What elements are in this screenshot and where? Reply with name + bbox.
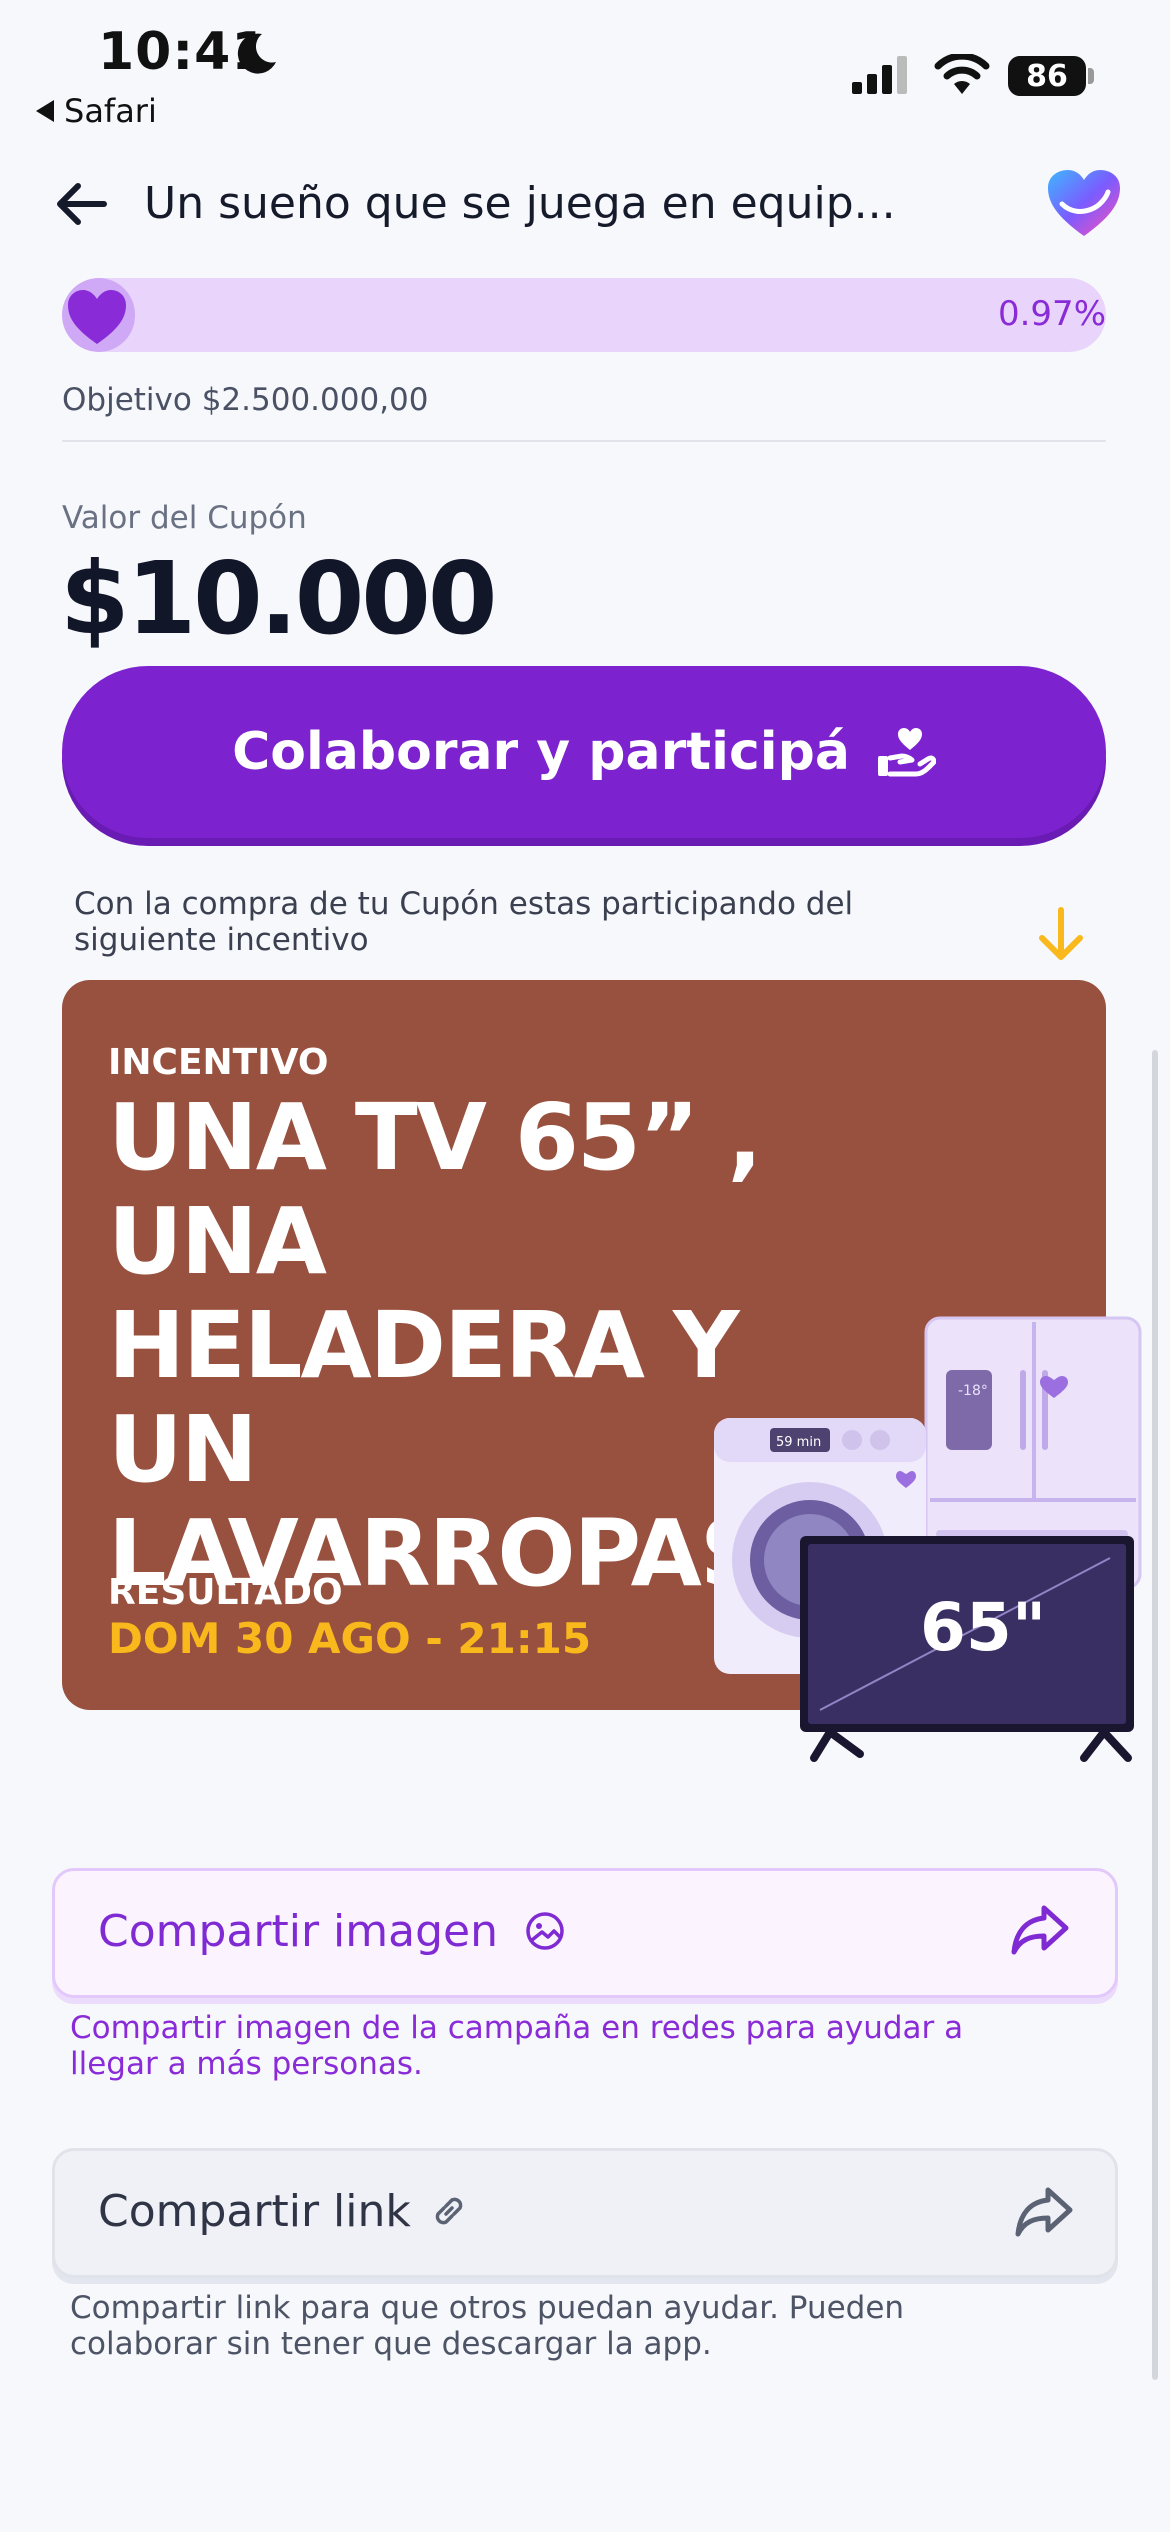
share-link-note: Compartir link para que otros puedan ayu… xyxy=(70,2290,905,2362)
progress-bar xyxy=(62,278,1106,352)
tv-size-label: 65" xyxy=(920,1589,1046,1666)
washer-display: 59 min xyxy=(776,1435,821,1450)
battery-indicator: 86 xyxy=(1008,56,1086,96)
tv-image: 65" xyxy=(800,1536,1134,1762)
battery-tip xyxy=(1088,68,1094,84)
page-title: Un sueño que se juega en equip... xyxy=(144,178,896,229)
back-arrow-icon[interactable] xyxy=(54,176,110,232)
incentive-note: Con la compra de tu Cupón estas particip… xyxy=(74,886,854,958)
back-to-safari-link[interactable]: Safari xyxy=(36,92,157,130)
goal-text: Objetivo $2.500.000,00 xyxy=(62,382,429,418)
appliances-illustration: -18° 59 min 65" xyxy=(714,1316,1142,1762)
share-image-note: Compartir imagen de la campaña en redes … xyxy=(70,2010,964,2082)
heart-icon xyxy=(68,290,126,344)
result-label: RESULTADO xyxy=(108,1572,343,1613)
collaborate-button[interactable]: Colaborar y participá xyxy=(62,666,1106,838)
coupon-label: Valor del Cupón xyxy=(62,500,307,536)
scrollbar[interactable] xyxy=(1152,1050,1158,2380)
share-arrow-icon[interactable] xyxy=(1010,1902,1070,1956)
arrow-down-icon[interactable] xyxy=(1036,906,1086,962)
incentive-label: INCENTIVO xyxy=(108,1042,329,1083)
back-app-label: Safari xyxy=(64,92,157,130)
share-image-label[interactable]: Compartir imagen xyxy=(98,1906,498,1957)
link-icon xyxy=(435,2197,463,2225)
helping-hand-heart-icon xyxy=(877,728,936,777)
image-icon xyxy=(526,1912,564,1950)
progress-percentage: 0.97% xyxy=(997,294,1106,334)
share-arrow-icon[interactable] xyxy=(1014,2184,1074,2238)
signal-icon xyxy=(852,56,907,94)
fridge-display: -18° xyxy=(958,1383,988,1399)
wifi-icon xyxy=(934,54,990,94)
coupon-value: $10.000 xyxy=(60,540,497,657)
result-date: DOM 30 AGO - 21:15 xyxy=(108,1614,592,1663)
moon-icon xyxy=(237,33,276,74)
collaborate-button-label: Colaborar y participá xyxy=(232,722,850,782)
share-link-label[interactable]: Compartir link xyxy=(98,2186,411,2237)
incentive-title: UNA TV 65” , UNA HELADERA Y UN LAVARROPA… xyxy=(108,1084,766,1607)
app-logo-heart-icon xyxy=(1048,170,1120,236)
back-triangle-icon xyxy=(36,100,54,122)
divider xyxy=(62,440,1106,442)
